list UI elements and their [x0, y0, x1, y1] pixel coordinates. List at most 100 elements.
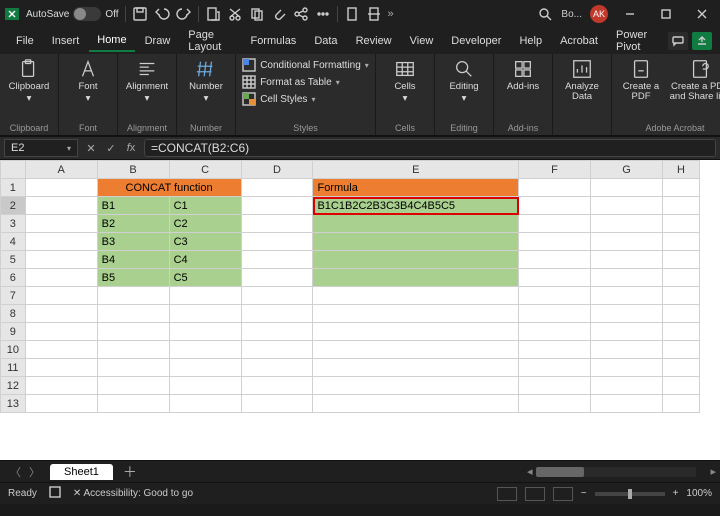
normal-view-icon[interactable] — [497, 487, 517, 501]
row-6[interactable]: 6 B5C5 — [1, 269, 700, 287]
comments-button[interactable] — [668, 32, 688, 50]
name-box[interactable]: E2▾ — [4, 139, 78, 157]
toggle-icon — [73, 7, 101, 21]
group-font: Font▾ Font — [59, 54, 118, 135]
formula-input[interactable]: =CONCAT(B2:C6) — [144, 139, 716, 157]
menu-bar: File Insert Home Draw Page Layout Formul… — [0, 28, 720, 54]
menu-developer[interactable]: Developer — [443, 31, 509, 51]
menu-view[interactable]: View — [402, 31, 442, 51]
horizontal-scrollbar[interactable] — [536, 467, 696, 477]
row-9[interactable]: 9 — [1, 323, 700, 341]
menu-pagelayout[interactable]: Page Layout — [180, 25, 240, 57]
search-icon[interactable] — [537, 6, 553, 22]
accessibility-status[interactable]: ✕ Accessibility: Good to go — [73, 488, 193, 499]
minimize-button[interactable] — [616, 0, 644, 28]
autosave-toggle[interactable]: AutoSave Off — [26, 7, 119, 21]
menu-home[interactable]: Home — [89, 30, 134, 52]
create-pdf-button[interactable]: Create a PDF — [618, 58, 664, 103]
analyze-data-button[interactable]: Analyze Data — [559, 58, 605, 103]
pagebreak-view-icon[interactable] — [553, 487, 573, 501]
zoom-level[interactable]: 100% — [686, 488, 712, 499]
menu-help[interactable]: Help — [511, 31, 550, 51]
maximize-button[interactable] — [652, 0, 680, 28]
addins-button[interactable]: Add-ins — [500, 58, 546, 92]
number-button[interactable]: Number▾ — [183, 58, 229, 105]
zoom-in-icon[interactable]: + — [673, 488, 679, 499]
doc-title: Bo... — [561, 9, 582, 20]
copy-icon[interactable] — [249, 6, 265, 22]
editing-button[interactable]: Editing▾ — [441, 58, 487, 105]
group-addins: Add-ins Add-ins — [494, 54, 553, 135]
cut-icon[interactable] — [227, 6, 243, 22]
menu-review[interactable]: Review — [348, 31, 400, 51]
paste-button[interactable]: Clipboard▾ — [6, 58, 52, 105]
zoom-out-icon[interactable]: − — [581, 488, 587, 499]
header-formula: Formula — [313, 179, 519, 197]
menu-powerpivot[interactable]: Power Pivot — [608, 25, 666, 57]
row-11[interactable]: 11 — [1, 359, 700, 377]
header-concat: CONCAT function — [97, 179, 241, 197]
avatar[interactable]: AK — [590, 5, 608, 23]
spreadsheet-grid[interactable]: ABCD EFGH 1 CONCAT function Formula 2 B1… — [0, 160, 720, 460]
menu-insert[interactable]: Insert — [44, 31, 88, 51]
cell-E2: B1C1B2C2B3C3B4C4B5C5 — [313, 197, 519, 215]
row-1[interactable]: 1 CONCAT function Formula — [1, 179, 700, 197]
new-icon[interactable] — [205, 6, 221, 22]
create-pdf-share-button[interactable]: Create a PDF and Share link — [668, 58, 720, 103]
fx-icon[interactable]: fx — [122, 142, 140, 154]
next-sheet-icon[interactable]: 〉 — [29, 464, 40, 480]
row-7[interactable]: 7 — [1, 287, 700, 305]
group-editing: Editing▾ Editing — [435, 54, 494, 135]
scroll-left-icon[interactable]: ◂ — [523, 465, 537, 478]
menu-acrobat[interactable]: Acrobat — [552, 31, 606, 51]
strike-icon[interactable] — [366, 6, 382, 22]
row-4[interactable]: 4 B3C3 — [1, 233, 700, 251]
alignment-button[interactable]: Alignment▾ — [124, 58, 170, 105]
close-button[interactable] — [688, 0, 716, 28]
add-sheet-button[interactable]: ＋ — [113, 462, 147, 482]
status-bar: Ready ✕ Accessibility: Good to go − + 10… — [0, 482, 720, 504]
menu-formulas[interactable]: Formulas — [242, 31, 304, 51]
save-icon[interactable] — [132, 6, 148, 22]
macro-icon[interactable] — [49, 486, 61, 501]
cells-button[interactable]: Cells▾ — [382, 58, 428, 105]
prev-sheet-icon[interactable]: 〈 — [10, 464, 21, 480]
column-headers[interactable]: ABCD EFGH — [1, 161, 700, 179]
row-2[interactable]: 2 B1C1 B1C1B2C2B3C3B4C4B5C5 — [1, 197, 700, 215]
doc-icon[interactable] — [344, 6, 360, 22]
group-clipboard: Clipboard▾ Clipboard — [0, 54, 59, 135]
share-icon[interactable] — [293, 6, 309, 22]
menu-file[interactable]: File — [8, 31, 42, 51]
qat-overflow[interactable]: » — [388, 8, 394, 20]
sheet-tab-1[interactable]: Sheet1 — [50, 464, 113, 480]
row-12[interactable]: 12 — [1, 377, 700, 395]
cancel-icon[interactable]: ✕ — [82, 142, 100, 155]
menu-data[interactable]: Data — [306, 31, 345, 51]
redo-icon[interactable] — [176, 6, 192, 22]
share-button[interactable] — [692, 32, 712, 50]
ribbon: Clipboard▾ Clipboard Font▾ Font Alignmen… — [0, 54, 720, 136]
cell-styles-button[interactable]: Cell Styles ▾ — [242, 92, 369, 106]
undo-icon[interactable] — [154, 6, 170, 22]
group-cells: Cells▾ Cells — [376, 54, 435, 135]
enter-icon[interactable]: ✓ — [102, 142, 120, 155]
row-5[interactable]: 5 B4C4 — [1, 251, 700, 269]
row-3[interactable]: 3 B2C2 — [1, 215, 700, 233]
pagelayout-view-icon[interactable] — [525, 487, 545, 501]
zoom-slider[interactable] — [595, 492, 665, 496]
group-acrobat: Create a PDF Create a PDF and Share link… — [612, 54, 720, 135]
conditional-formatting-button[interactable]: Conditional Formatting ▾ — [242, 58, 369, 72]
attach-icon[interactable] — [271, 6, 287, 22]
row-8[interactable]: 8 — [1, 305, 700, 323]
format-as-table-button[interactable]: Format as Table ▾ — [242, 75, 369, 89]
scroll-right-icon[interactable]: ▸ — [706, 465, 720, 478]
group-styles: Conditional Formatting ▾ Format as Table… — [236, 54, 376, 135]
row-10[interactable]: 10 — [1, 341, 700, 359]
more-icon[interactable] — [315, 6, 331, 22]
menu-draw[interactable]: Draw — [137, 31, 179, 51]
font-button[interactable]: Font▾ — [65, 58, 111, 105]
group-number: Number▾ Number — [177, 54, 236, 135]
row-13[interactable]: 13 — [1, 395, 700, 413]
sheet-tabs: 〈 〉 Sheet1 ＋ ◂ ▸ — [0, 460, 720, 482]
status-ready: Ready — [8, 488, 37, 499]
